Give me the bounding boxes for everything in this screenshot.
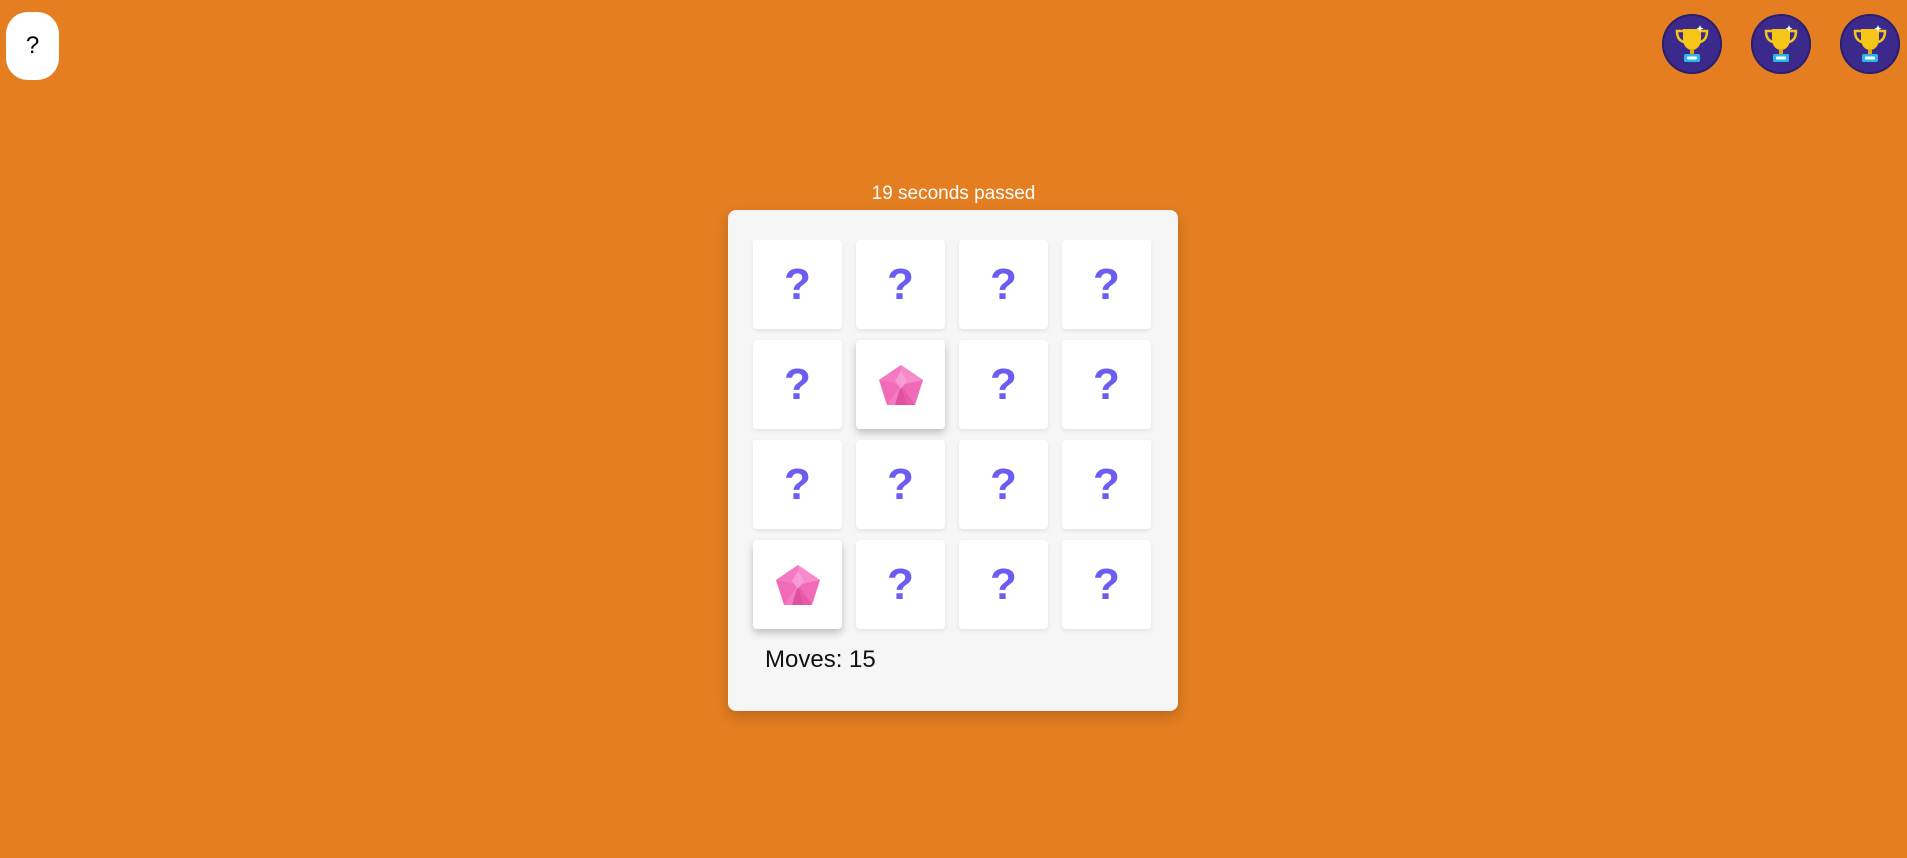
memory-card[interactable]: ? [753, 240, 842, 329]
question-mark-icon: ? [784, 459, 811, 509]
question-mark-icon: ? [990, 259, 1017, 309]
help-button[interactable]: ? [6, 12, 59, 80]
question-mark-icon: ? [784, 359, 811, 409]
memory-card[interactable]: ? [959, 340, 1048, 429]
trophy-icon [1848, 22, 1892, 66]
question-mark-icon: ? [1093, 359, 1120, 409]
memory-card[interactable]: ? [753, 340, 842, 429]
pink-gem-icon [774, 563, 822, 607]
question-mark-icon: ? [784, 259, 811, 309]
memory-card[interactable] [753, 540, 842, 629]
timer-text: 19 seconds passed [871, 183, 1036, 204]
trophy-bar [1662, 14, 1900, 74]
question-mark-icon: ? [1093, 559, 1120, 609]
question-mark-icon: ? [990, 559, 1017, 609]
question-mark-icon: ? [887, 459, 914, 509]
question-mark-icon: ? [887, 259, 914, 309]
memory-card[interactable]: ? [959, 240, 1048, 329]
memory-card[interactable] [856, 340, 945, 429]
trophy-icon [1759, 22, 1803, 66]
card-grid: ?????????????? [753, 240, 1151, 629]
memory-card[interactable]: ? [1062, 440, 1151, 529]
game-board: ?????????????? Moves: 15 [728, 210, 1178, 711]
memory-card[interactable]: ? [1062, 340, 1151, 429]
question-mark-icon: ? [990, 359, 1017, 409]
question-mark-icon: ? [990, 459, 1017, 509]
memory-card[interactable]: ? [959, 440, 1048, 529]
memory-card[interactable]: ? [1062, 540, 1151, 629]
pink-gem-icon [877, 363, 925, 407]
memory-card[interactable]: ? [856, 440, 945, 529]
trophy-badge [1662, 14, 1722, 74]
question-mark-icon: ? [1093, 259, 1120, 309]
memory-card[interactable]: ? [753, 440, 842, 529]
moves-counter: Moves: 15 [765, 646, 876, 673]
memory-card[interactable]: ? [856, 240, 945, 329]
trophy-icon [1670, 22, 1714, 66]
question-mark-icon: ? [887, 559, 914, 609]
question-mark-icon: ? [1093, 459, 1120, 509]
memory-card[interactable]: ? [856, 540, 945, 629]
trophy-badge [1840, 14, 1900, 74]
memory-card[interactable]: ? [959, 540, 1048, 629]
trophy-badge [1751, 14, 1811, 74]
memory-card[interactable]: ? [1062, 240, 1151, 329]
